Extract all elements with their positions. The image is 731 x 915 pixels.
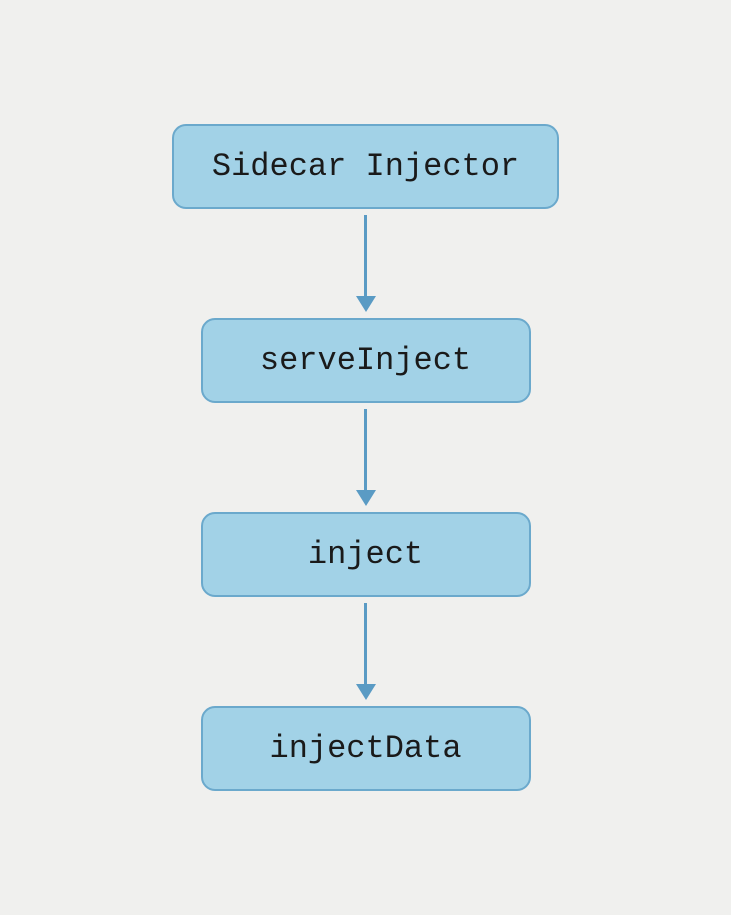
node-label: inject [308,536,423,573]
node-label: serveInject [260,342,471,379]
arrow-down-icon [356,215,376,312]
arrow-down-icon [356,603,376,700]
flowchart: Sidecar Injector serveInject inject inje… [172,124,559,791]
arrow-down-icon [356,409,376,506]
node-sidecar-injector: Sidecar Injector [172,124,559,209]
node-label: injectData [269,730,461,767]
node-label: Sidecar Injector [212,148,519,185]
node-inject-data: injectData [201,706,531,791]
node-inject: inject [201,512,531,597]
node-serve-inject: serveInject [201,318,531,403]
